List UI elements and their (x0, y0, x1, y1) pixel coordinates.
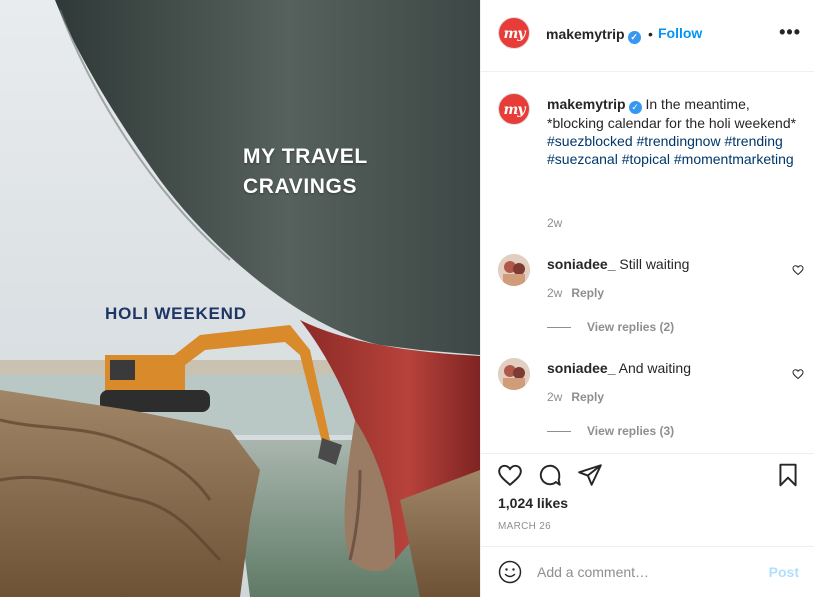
reply-button[interactable]: Reply (571, 390, 604, 404)
comments-area[interactable]: my makemytrip ✓ In the meantime, *blockin… (481, 73, 814, 453)
post-date[interactable]: MARCH 26 (498, 521, 551, 532)
header-username[interactable]: makemytrip ✓ (546, 26, 641, 44)
caption-text: makemytrip ✓ In the meantime, *blocking c… (547, 95, 797, 168)
view-replies-button[interactable]: View replies (3) (547, 424, 674, 438)
post-header: my makemytrip ✓ • Follow ••• (481, 0, 814, 72)
account-avatar-logo[interactable]: my (498, 17, 530, 49)
like-comment-heart-icon[interactable] (792, 368, 804, 380)
reply-button[interactable]: Reply (571, 286, 604, 300)
comment-timestamp[interactable]: 2w (547, 286, 562, 300)
verified-badge-icon: ✓ (628, 101, 642, 114)
comment-body: And waiting (618, 360, 691, 376)
share-icon[interactable] (577, 462, 603, 488)
avatar-photo (498, 358, 530, 390)
header-separator: • (648, 26, 653, 42)
hashtag-link[interactable]: #topical (622, 151, 670, 167)
comment-body: Still waiting (619, 256, 690, 272)
caption-timestamp[interactable]: 2w (547, 216, 562, 230)
verified-badge-icon: ✓ (627, 31, 641, 44)
commenter-avatar[interactable] (498, 358, 530, 390)
like-comment-heart-icon[interactable] (792, 264, 804, 276)
comment-icon[interactable] (537, 462, 563, 488)
photo-caption-travel-cravings: MY TRAVEL CRAVINGS (243, 145, 368, 198)
hashtag-link[interactable]: #trendingnow (637, 133, 721, 149)
comment-timestamp[interactable]: 2w (547, 390, 562, 404)
post-image: MY TRAVEL CRAVINGS HOLI WEEKEND (0, 0, 480, 597)
view-replies-line (547, 431, 571, 433)
comment-username[interactable]: soniadee_ (547, 360, 615, 376)
comment-meta: 2w Reply (547, 286, 604, 300)
view-replies-line (547, 327, 571, 329)
commenter-avatar[interactable] (498, 254, 530, 286)
suez-ship-illustration (0, 0, 480, 597)
caption-avatar-logo[interactable]: my (498, 93, 530, 125)
heart-icon[interactable] (497, 462, 523, 488)
view-replies-button[interactable]: View replies (2) (547, 320, 674, 334)
bookmark-icon[interactable] (775, 462, 801, 488)
likes-count[interactable]: 1,024 likes (498, 495, 568, 511)
photo-caption-holi-weekend: HOLI WEEKEND (105, 304, 247, 323)
view-replies-label[interactable]: View replies (2) (587, 320, 674, 334)
action-bar: 1,024 likes MARCH 26 (481, 453, 814, 554)
post-comment-button[interactable]: Post (769, 564, 799, 580)
comment-meta: 2w Reply (547, 390, 604, 404)
avatar-photo (498, 254, 530, 286)
hashtag-link[interactable]: #suezblocked (547, 133, 633, 149)
comment-username[interactable]: soniadee_ (547, 256, 615, 272)
follow-button[interactable]: Follow (658, 25, 702, 41)
comment-text: soniadee_ Still waiting (547, 256, 689, 272)
view-replies-label[interactable]: View replies (3) (587, 424, 674, 438)
header-username-text[interactable]: makemytrip (546, 26, 625, 42)
more-options-icon[interactable]: ••• (779, 22, 801, 43)
post-side-panel: my makemytrip ✓ • Follow ••• my makemytri… (480, 0, 814, 597)
caption-username[interactable]: makemytrip (547, 96, 626, 112)
emoji-icon[interactable] (498, 560, 522, 584)
comment-text: soniadee_ And waiting (547, 360, 691, 376)
hashtag-link[interactable]: #trending (724, 133, 782, 149)
hashtag-link[interactable]: #momentmarketing (674, 151, 794, 167)
comment-composer: Post (481, 546, 814, 597)
hashtag-link[interactable]: #suezcanal (547, 151, 618, 167)
add-comment-input[interactable] (537, 561, 757, 583)
